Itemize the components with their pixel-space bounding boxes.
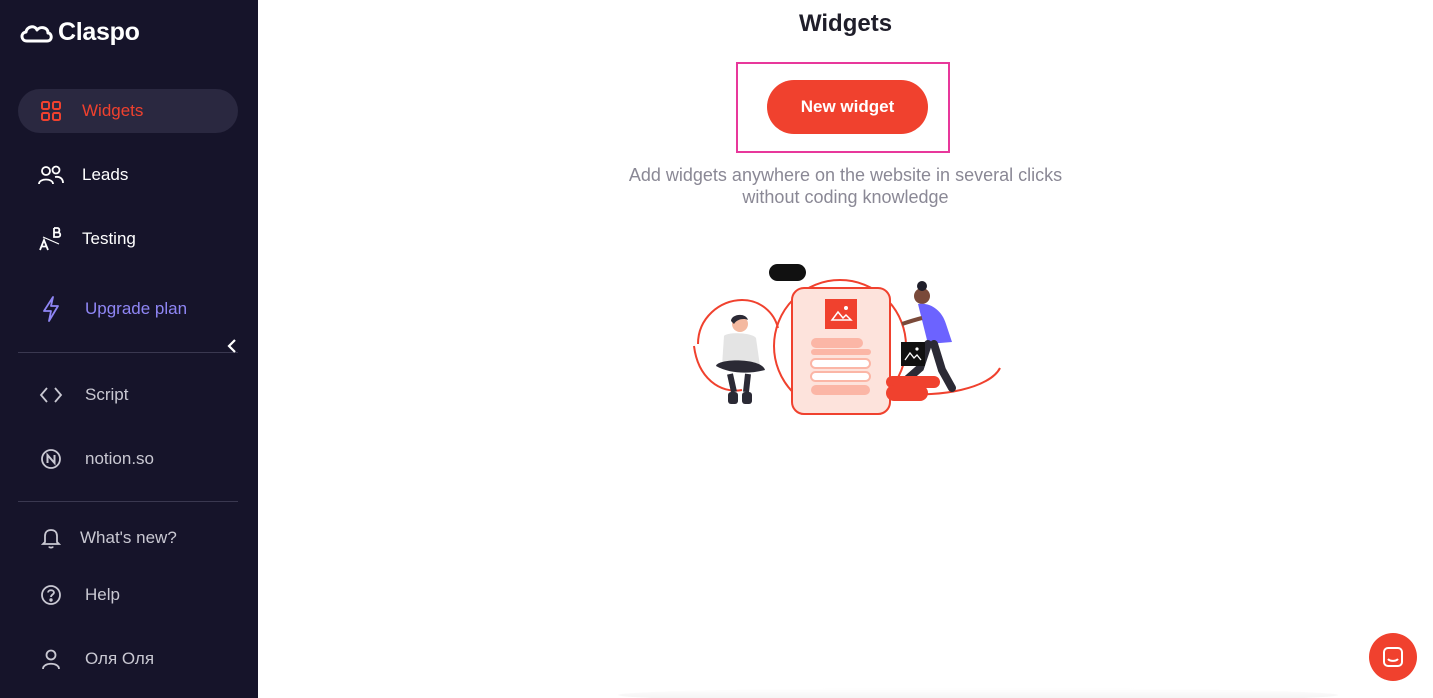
grid-icon (38, 98, 64, 124)
sidebar-item-label: Script (85, 385, 129, 404)
sidebar-item-script[interactable]: Script (18, 373, 238, 417)
sidebar-item-profile[interactable]: Оля Оля (18, 637, 238, 681)
brand-name: Claspo (58, 18, 140, 46)
sidebar-item-leads[interactable]: Leads (18, 153, 238, 197)
chat-icon (1383, 647, 1403, 667)
sidebar-item-testing[interactable]: Testing (18, 217, 238, 261)
cloud-logo-icon (20, 24, 53, 42)
bell-icon (38, 525, 64, 551)
sidebar-item-label: Help (85, 585, 120, 604)
sidebar-item-upgrade-plan[interactable]: Upgrade plan (18, 287, 238, 331)
code-icon (38, 382, 64, 408)
sidebar-divider (18, 501, 238, 502)
sidebar-item-label: Upgrade plan (85, 299, 188, 318)
lightning-icon (38, 296, 64, 322)
sidebar-item-label: notion.so (85, 449, 154, 468)
description-line: without coding knowledge (742, 187, 949, 207)
new-widget-button[interactable]: New widget (767, 80, 928, 134)
sidebar-item-site[interactable]: notion.so (18, 437, 238, 481)
help-icon (38, 582, 64, 608)
notion-icon (38, 446, 64, 472)
sidebar-item-whats-new[interactable]: What's new? (18, 516, 238, 560)
sidebar-item-label: What's new? (80, 528, 177, 547)
sidebar-item-label: Оля Оля (85, 649, 155, 668)
description-line: Add widgets anywhere on the website in s… (628, 165, 1063, 185)
sidebar-item-label: Widgets (82, 101, 144, 120)
sidebar: Claspo Widgets Leads Testing Upgrade pla… (0, 0, 258, 698)
users-icon (38, 162, 64, 188)
sidebar-item-label: Leads (82, 165, 129, 184)
ab-test-icon (38, 226, 64, 252)
chat-widget-button[interactable] (1369, 633, 1417, 681)
bottom-shadow (618, 688, 1338, 698)
page-title: Widgets (798, 10, 893, 37)
logo[interactable]: Claspo (18, 18, 140, 47)
empty-state-illustration (693, 264, 1001, 415)
sidebar-item-widgets[interactable]: Widgets (18, 89, 238, 133)
collapse-sidebar-icon[interactable] (224, 337, 240, 355)
empty-state-description: Add widgets anywhere on the website in s… (258, 164, 1433, 208)
user-icon (38, 646, 64, 672)
sidebar-item-label: Testing (82, 229, 136, 248)
sidebar-item-help[interactable]: Help (18, 573, 238, 617)
sidebar-divider (18, 352, 238, 353)
